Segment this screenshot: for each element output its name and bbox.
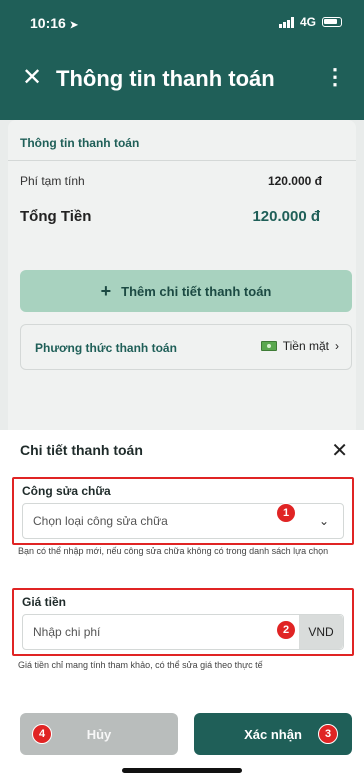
section-title: Thông tin thanh toán (20, 136, 140, 150)
price-field-highlight: Giá tiền Nhập chi phí VND 2 (12, 588, 354, 656)
provisional-fee-value: 120.000 đ (267, 174, 322, 188)
price-label: Giá tiền (22, 595, 67, 609)
status-time: 10:16 ➤ (30, 15, 78, 31)
location-arrow-icon: ➤ (69, 20, 79, 31)
add-payment-detail-button[interactable]: + Thêm chi tiết thanh toán (20, 270, 352, 312)
price-help-text: Giá tiền chỉ mang tính tham khảo, có thể… (18, 660, 263, 670)
payment-method-row[interactable]: Phương thức thanh toán Tiền mặt › (20, 324, 352, 370)
price-placeholder: Nhập chi phí (33, 625, 101, 639)
callout-badge-1: 1 (276, 503, 296, 523)
signal-icon (278, 16, 294, 28)
currency-unit: VND (299, 615, 343, 649)
divider (8, 160, 356, 161)
home-indicator (122, 768, 242, 773)
sheet-title: Chi tiết thanh toán (20, 442, 143, 458)
close-icon[interactable]: ✕ (331, 438, 348, 463)
repair-work-placeholder: Chọn loại công sửa chữa (33, 514, 168, 528)
payment-method-selector: Tiền mặt › (260, 339, 339, 353)
payment-method-value: Tiền mặt (282, 339, 329, 353)
payment-summary-card: Thông tin thanh toán Phí tạm tính 120.00… (8, 120, 356, 430)
chevron-right-icon: › (335, 339, 339, 353)
network-type: 4G (299, 15, 316, 29)
callout-badge-3: 3 (318, 724, 338, 744)
callout-badge-4: 4 (32, 724, 52, 744)
close-icon[interactable]: ✕ (22, 66, 42, 90)
total-value: 120.000 đ (252, 208, 320, 225)
repair-work-select[interactable]: Chọn loại công sửa chữa ⌄ (22, 503, 344, 539)
add-payment-detail-label: Thêm chi tiết thanh toán (121, 283, 272, 299)
repair-work-field-highlight: Công sửa chữa Chọn loại công sửa chữa ⌄ … (12, 477, 354, 545)
payment-info-screen: 10:16 ➤ 4G ✕ Thông tin thanh toán ⋮ Thôn… (0, 0, 364, 430)
provisional-fee-label: Phí tạm tính (20, 174, 85, 188)
time-text: 10:16 (30, 15, 66, 31)
more-vertical-icon[interactable]: ⋮ (324, 64, 346, 90)
total-label: Tổng Tiền (20, 208, 92, 225)
payment-method-label: Phương thức thanh toán (35, 341, 177, 355)
status-indicators: 4G (278, 15, 342, 29)
page-title: Thông tin thanh toán (56, 66, 275, 91)
repair-work-help-text: Bạn có thể nhập mới, nếu công sửa chữa k… (18, 546, 329, 556)
battery-icon (322, 17, 342, 27)
cancel-label: Hủy (86, 726, 112, 742)
cash-icon (260, 341, 277, 351)
callout-badge-2: 2 (276, 620, 296, 640)
plus-icon: + (100, 280, 112, 301)
confirm-label: Xác nhận (244, 726, 302, 742)
chevron-down-icon: ⌄ (318, 514, 329, 528)
app-header: ✕ Thông tin thanh toán ⋮ (0, 46, 364, 120)
status-bar: 10:16 ➤ 4G (0, 0, 364, 46)
payment-detail-sheet: Chi tiết thanh toán ✕ Công sửa chữa Chọn… (0, 430, 364, 776)
repair-work-label: Công sửa chữa (22, 484, 111, 498)
